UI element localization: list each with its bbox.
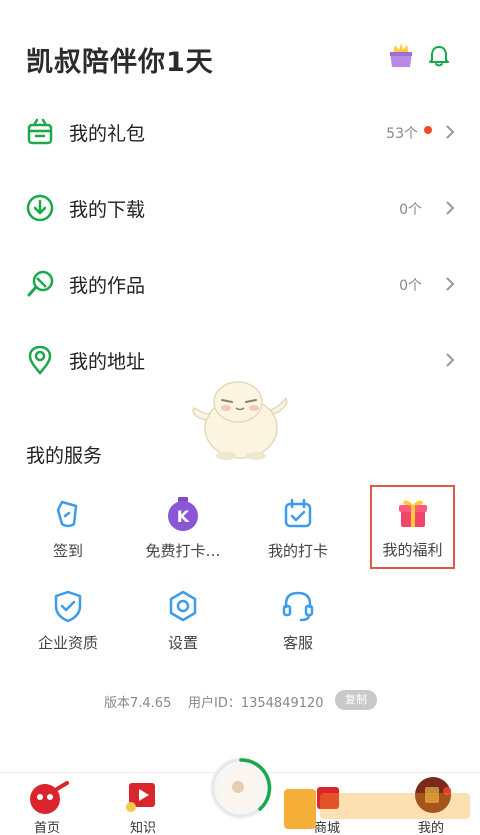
chevron-right-icon xyxy=(446,277,455,291)
service-my-checkin[interactable]: 我的打卡 xyxy=(240,488,356,570)
tab-label: 知识 xyxy=(129,821,156,835)
menu-item-gift-box[interactable]: 我的礼包 53个 xyxy=(0,95,480,171)
service-free-checkin[interactable]: K 免费打卡… xyxy=(125,488,241,570)
service-my-benefits[interactable]: 我的福利 xyxy=(370,485,455,569)
tag-icon xyxy=(56,500,78,528)
menu-item-count: 53个 xyxy=(386,126,418,142)
service-sign-in[interactable]: 签到 xyxy=(10,488,126,570)
k-medal-icon: K xyxy=(168,497,198,531)
menu-item-count: 0个 xyxy=(399,278,422,294)
service-label: 签到 xyxy=(52,542,83,560)
service-label: 客服 xyxy=(282,634,313,652)
chevron-right-icon xyxy=(446,201,455,215)
calendar-check-icon xyxy=(284,498,312,528)
service-label: 免费打卡… xyxy=(145,542,221,560)
bell-icon[interactable] xyxy=(428,44,450,68)
tab-knowledge[interactable]: 知识 xyxy=(98,773,188,835)
version-info: 版本7.4.65 用户ID：1354849120 复制 xyxy=(0,689,480,713)
shield-check-icon xyxy=(54,590,82,623)
notification-dot xyxy=(424,126,432,134)
menu-item-download[interactable]: 我的下载 0个 xyxy=(0,171,480,247)
menu-item-label: 我的礼包 xyxy=(69,123,146,145)
mascot-illustration xyxy=(192,381,288,460)
service-label: 我的打卡 xyxy=(267,542,328,560)
menu-item-works[interactable]: 我的作品 0个 xyxy=(0,247,480,323)
center-play-button[interactable] xyxy=(210,757,272,819)
gift-box-icon xyxy=(27,118,53,145)
user-id: 用户ID：1354849120 xyxy=(188,696,324,711)
progress-ring-icon xyxy=(211,758,272,818)
menu-item-label: 我的作品 xyxy=(69,275,146,297)
vip-crown-icon[interactable] xyxy=(386,40,416,70)
service-label: 设置 xyxy=(167,634,198,652)
settings-icon xyxy=(169,590,197,622)
service-label: 我的福利 xyxy=(382,541,443,559)
watermark-logo xyxy=(284,789,470,829)
location-pin-icon xyxy=(28,345,52,375)
service-label: 企业资质 xyxy=(37,634,98,652)
chevron-right-icon xyxy=(446,353,455,367)
service-enterprise-qualification[interactable]: 企业资质 xyxy=(10,580,126,662)
app-version: 版本7.4.65 xyxy=(104,696,172,711)
headset-icon xyxy=(282,591,314,622)
download-icon xyxy=(26,194,54,222)
home-mascot-icon xyxy=(30,781,69,814)
chevron-right-icon xyxy=(446,125,455,139)
microphone-icon xyxy=(27,270,54,297)
service-settings[interactable]: 设置 xyxy=(125,580,241,662)
svg-text:K: K xyxy=(177,507,190,526)
copy-button[interactable]: 复制 xyxy=(335,690,377,710)
service-customer-service[interactable]: 客服 xyxy=(240,580,356,662)
header: 凯叔陪伴你1天 xyxy=(0,0,480,110)
services-title: 我的服务 xyxy=(26,445,103,467)
gift-icon xyxy=(398,500,427,527)
page-title: 凯叔陪伴你1天 xyxy=(26,47,214,78)
tab-home[interactable]: 首页 xyxy=(2,773,92,835)
menu-item-label: 我的下载 xyxy=(69,199,146,221)
menu-item-count: 0个 xyxy=(399,202,422,218)
tab-label: 首页 xyxy=(33,821,60,835)
video-play-icon xyxy=(126,783,155,812)
menu-item-label: 我的地址 xyxy=(69,351,146,373)
